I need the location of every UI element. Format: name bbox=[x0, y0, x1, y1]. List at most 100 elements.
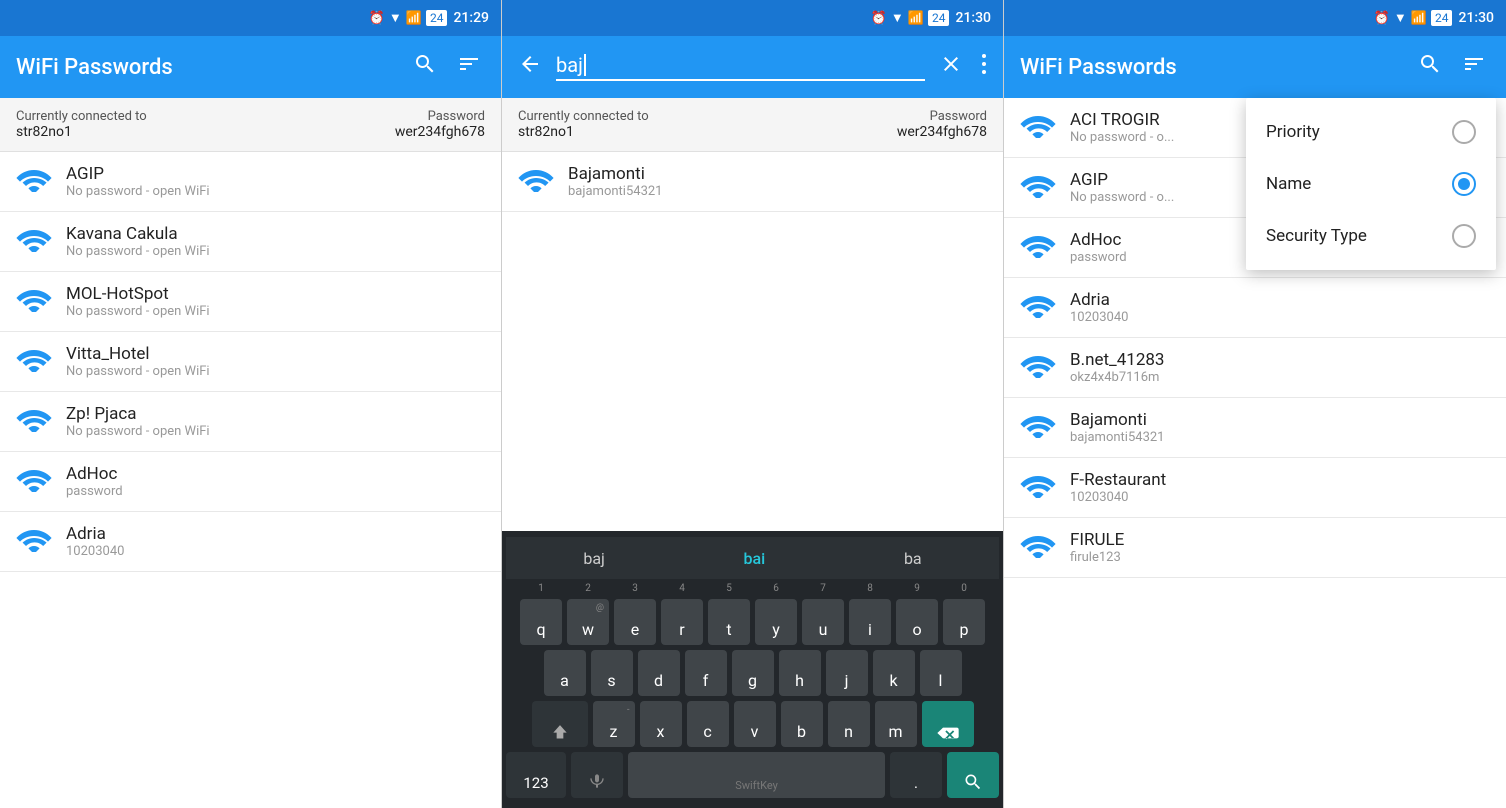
search-input-area[interactable]: baj bbox=[556, 53, 925, 81]
status-time-3: 21:30 bbox=[1458, 10, 1494, 26]
key-w[interactable]: @w bbox=[567, 599, 609, 645]
key-f[interactable]: f bbox=[685, 650, 727, 696]
wifi-signal-icon: ▼ bbox=[891, 10, 904, 26]
sort-option-priority[interactable]: Priority bbox=[1246, 106, 1496, 158]
sort-security-type-label: Security Type bbox=[1266, 226, 1367, 246]
sort-security-type-radio[interactable] bbox=[1452, 224, 1476, 248]
suggestion-bai[interactable]: bai bbox=[728, 545, 782, 572]
sort-name-radio[interactable] bbox=[1452, 172, 1476, 196]
app-bar-1: WiFi Passwords bbox=[0, 36, 501, 98]
key-mic[interactable] bbox=[571, 752, 623, 798]
key-123[interactable]: 123 bbox=[506, 752, 566, 798]
key-x[interactable]: x bbox=[640, 701, 682, 747]
wifi-icon bbox=[1020, 290, 1056, 325]
key-q[interactable]: q bbox=[520, 599, 562, 645]
key-shift[interactable] bbox=[532, 701, 588, 747]
wifi-info: Bajamonti bajamonti54321 bbox=[1070, 410, 1165, 445]
list-item[interactable]: Bajamonti bajamonti54321 bbox=[1004, 398, 1506, 458]
key-t[interactable]: t bbox=[708, 599, 750, 645]
key-p[interactable]: p bbox=[943, 599, 985, 645]
suggestion-baj[interactable]: baj bbox=[567, 545, 621, 572]
key-backspace[interactable] bbox=[922, 701, 974, 747]
key-y[interactable]: y bbox=[755, 599, 797, 645]
list-item[interactable]: Vitta_Hotel No password - open WiFi bbox=[0, 332, 501, 392]
wifi-icon bbox=[16, 464, 52, 499]
list-item[interactable]: Adria 10203040 bbox=[1004, 278, 1506, 338]
key-e[interactable]: e bbox=[614, 599, 656, 645]
key-c[interactable]: c bbox=[687, 701, 729, 747]
status-time-2: 21:30 bbox=[955, 10, 991, 26]
key-space[interactable]: SwiftKey bbox=[628, 752, 885, 798]
wifi-list-1: AGIP No password - open WiFi Kavana Caku… bbox=[0, 152, 501, 808]
list-item[interactable]: F-Restaurant 10203040 bbox=[1004, 458, 1506, 518]
search-button-1[interactable] bbox=[409, 48, 441, 86]
connected-label-1: Currently connected to bbox=[16, 109, 147, 124]
list-item[interactable]: AGIP No password - open WiFi bbox=[0, 152, 501, 212]
app-title-3: WiFi Passwords bbox=[1020, 55, 1402, 80]
key-b[interactable]: b bbox=[781, 701, 823, 747]
key-m[interactable]: m bbox=[875, 701, 917, 747]
wifi-sub: No password - open WiFi bbox=[66, 304, 210, 319]
sort-option-security-type[interactable]: Security Type bbox=[1246, 210, 1496, 262]
more-options-button[interactable] bbox=[977, 48, 991, 86]
wifi-icon bbox=[1020, 470, 1056, 505]
list-item[interactable]: Adria 10203040 bbox=[0, 512, 501, 572]
wifi-signal-icon: ▼ bbox=[1394, 10, 1407, 26]
status-icons-3: ⏰ ▼ 📶 24 bbox=[1374, 10, 1453, 26]
search-button-3[interactable] bbox=[1414, 48, 1446, 86]
battery-icon: 24 bbox=[1431, 10, 1453, 26]
battery-icon: 24 bbox=[426, 10, 448, 26]
key-s[interactable]: s bbox=[591, 650, 633, 696]
alarm-icon: ⏰ bbox=[871, 11, 887, 26]
wifi-name: F-Restaurant bbox=[1070, 470, 1166, 490]
wifi-info: AdHoc password bbox=[1070, 230, 1127, 265]
clear-search-button[interactable] bbox=[935, 48, 967, 86]
key-a[interactable]: a bbox=[544, 650, 586, 696]
filter-button-3[interactable] bbox=[1458, 48, 1490, 86]
list-item[interactable]: Zp! Pjaca No password - open WiFi bbox=[0, 392, 501, 452]
signal-icon: 📶 bbox=[1411, 11, 1427, 26]
wifi-icon bbox=[1020, 170, 1056, 205]
key-search[interactable] bbox=[947, 752, 999, 798]
key-i[interactable]: i bbox=[849, 599, 891, 645]
list-item[interactable]: AdHoc password bbox=[0, 452, 501, 512]
wifi-name: AdHoc bbox=[66, 464, 123, 484]
alarm-icon: ⏰ bbox=[1374, 11, 1390, 26]
wifi-sub: No password - o... bbox=[1070, 190, 1174, 205]
list-item[interactable]: MOL-HotSpot No password - open WiFi bbox=[0, 272, 501, 332]
key-u[interactable]: u bbox=[802, 599, 844, 645]
sort-name-label: Name bbox=[1266, 174, 1311, 194]
connected-label-2: Currently connected to bbox=[518, 109, 649, 124]
key-n[interactable]: n bbox=[828, 701, 870, 747]
status-bar-2: ⏰ ▼ 📶 24 21:30 bbox=[502, 0, 1003, 36]
signal-icon: 📶 bbox=[908, 11, 924, 26]
wifi-name: Zp! Pjaca bbox=[66, 404, 210, 424]
list-item[interactable]: FIRULE firule123 bbox=[1004, 518, 1506, 578]
sort-option-name[interactable]: Name bbox=[1246, 158, 1496, 210]
list-item[interactable]: B.net_41283 okz4x4b7116m bbox=[1004, 338, 1506, 398]
wifi-icon bbox=[16, 224, 52, 259]
key-o[interactable]: o bbox=[896, 599, 938, 645]
key-z[interactable]: -z bbox=[593, 701, 635, 747]
key-k[interactable]: k bbox=[873, 650, 915, 696]
key-g[interactable]: g bbox=[732, 650, 774, 696]
list-item[interactable]: Kavana Cakula No password - open WiFi bbox=[0, 212, 501, 272]
key-j[interactable]: j bbox=[826, 650, 868, 696]
wifi-sub: No password - o... bbox=[1070, 130, 1174, 145]
suggestion-ba[interactable]: ba bbox=[888, 545, 938, 572]
wifi-sub: 10203040 bbox=[1070, 490, 1166, 505]
filter-button-1[interactable] bbox=[453, 48, 485, 86]
key-period[interactable]: . bbox=[890, 752, 942, 798]
key-v[interactable]: v bbox=[734, 701, 776, 747]
key-l[interactable]: l bbox=[920, 650, 962, 696]
back-button[interactable] bbox=[514, 48, 546, 86]
sort-dropdown-menu: Priority Name Security Type bbox=[1246, 98, 1496, 270]
key-r[interactable]: r bbox=[661, 599, 703, 645]
list-item[interactable]: Bajamonti bajamonti54321 bbox=[502, 152, 1003, 212]
wifi-name: B.net_41283 bbox=[1070, 350, 1164, 370]
key-h[interactable]: h bbox=[779, 650, 821, 696]
wifi-name: AGIP bbox=[1070, 170, 1174, 190]
key-d[interactable]: d bbox=[638, 650, 680, 696]
connected-network-2: str82no1 bbox=[518, 124, 649, 140]
sort-priority-radio[interactable] bbox=[1452, 120, 1476, 144]
